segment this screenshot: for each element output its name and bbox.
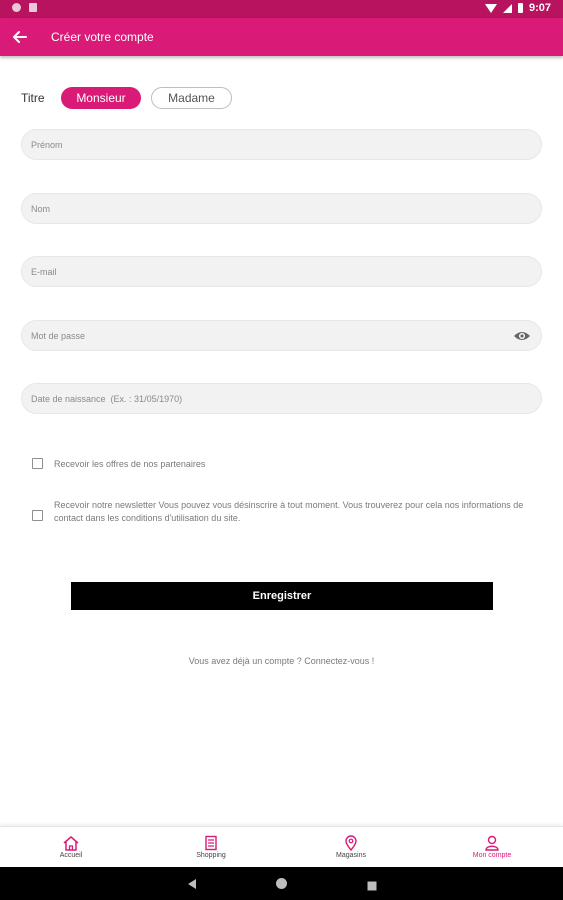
status-time: 9:07 — [528, 2, 551, 14]
nav-item-magasins[interactable]: Magasins — [301, 827, 401, 868]
register-button[interactable]: Enregistrer — [71, 582, 493, 610]
show-password-button[interactable] — [513, 328, 531, 344]
circle-home-icon — [276, 878, 287, 889]
wifi-icon — [484, 3, 497, 13]
newsletter-label: Recevoir notre newsletter Vous pouvez vo… — [54, 500, 524, 523]
system-home-button[interactable] — [275, 877, 288, 895]
eye-icon — [514, 332, 530, 340]
back-arrow-icon — [13, 31, 27, 43]
birthdate-input[interactable] — [22, 384, 511, 413]
triangle-back-icon — [188, 879, 196, 889]
nav-label-mon-compte: Mon compte — [472, 852, 512, 859]
shopping-icon — [205, 835, 217, 851]
user-icon — [485, 835, 499, 851]
battery-icon — [517, 3, 523, 13]
lastname-input[interactable] — [22, 194, 511, 223]
notification-icon — [12, 3, 21, 12]
email-input[interactable] — [22, 257, 511, 286]
title-label: Titre — [21, 91, 45, 105]
system-recents-button[interactable] — [367, 878, 377, 896]
email-field-container — [21, 256, 542, 287]
nav-item-mon-compte[interactable]: Mon compte — [442, 827, 542, 868]
nav-label-shopping: Shopping — [196, 852, 226, 859]
newsletter-row: Recevoir notre newsletter Vous pouvez vo… — [32, 499, 532, 525]
nav-item-accueil[interactable]: Accueil — [21, 827, 121, 868]
firstname-input[interactable] — [22, 130, 511, 159]
title-option-monsieur[interactable]: Monsieur — [61, 87, 141, 109]
system-nav-bar — [0, 867, 563, 900]
password-input[interactable] — [22, 321, 511, 350]
partner-offers-checkbox[interactable] — [32, 458, 43, 469]
nav-item-shopping[interactable]: Shopping — [161, 827, 261, 868]
title-option-madame[interactable]: Madame — [151, 87, 232, 109]
password-field-container — [21, 320, 542, 351]
birthdate-field-container — [21, 383, 542, 414]
firstname-field-container — [21, 129, 542, 160]
bottom-nav: Accueil Shopping Magasins Mon compte — [0, 826, 563, 868]
newsletter-checkbox[interactable] — [32, 510, 43, 521]
home-icon — [63, 836, 79, 851]
title-selector: Titre Monsieur Madame — [21, 86, 232, 110]
partner-offers-row: Recevoir les offres de nos partenaires — [32, 458, 205, 471]
location-pin-icon — [345, 835, 357, 851]
nav-label-magasins: Magasins — [336, 852, 366, 859]
system-back-button[interactable] — [186, 877, 198, 895]
page-title: Créer votre compte — [51, 30, 154, 44]
status-bar: 9:07 — [0, 0, 563, 18]
lastname-field-container — [21, 193, 542, 224]
signal-icon — [502, 3, 512, 13]
square-recents-icon — [367, 881, 377, 891]
login-link[interactable]: Vous avez déjà un compte ? Connectez-vou… — [0, 656, 563, 666]
sd-card-icon — [29, 3, 37, 12]
app-bar: Créer votre compte — [0, 18, 563, 56]
partner-offers-label: Recevoir les offres de nos partenaires — [54, 459, 206, 469]
back-button[interactable] — [8, 26, 32, 48]
nav-label-accueil: Accueil — [59, 852, 83, 859]
